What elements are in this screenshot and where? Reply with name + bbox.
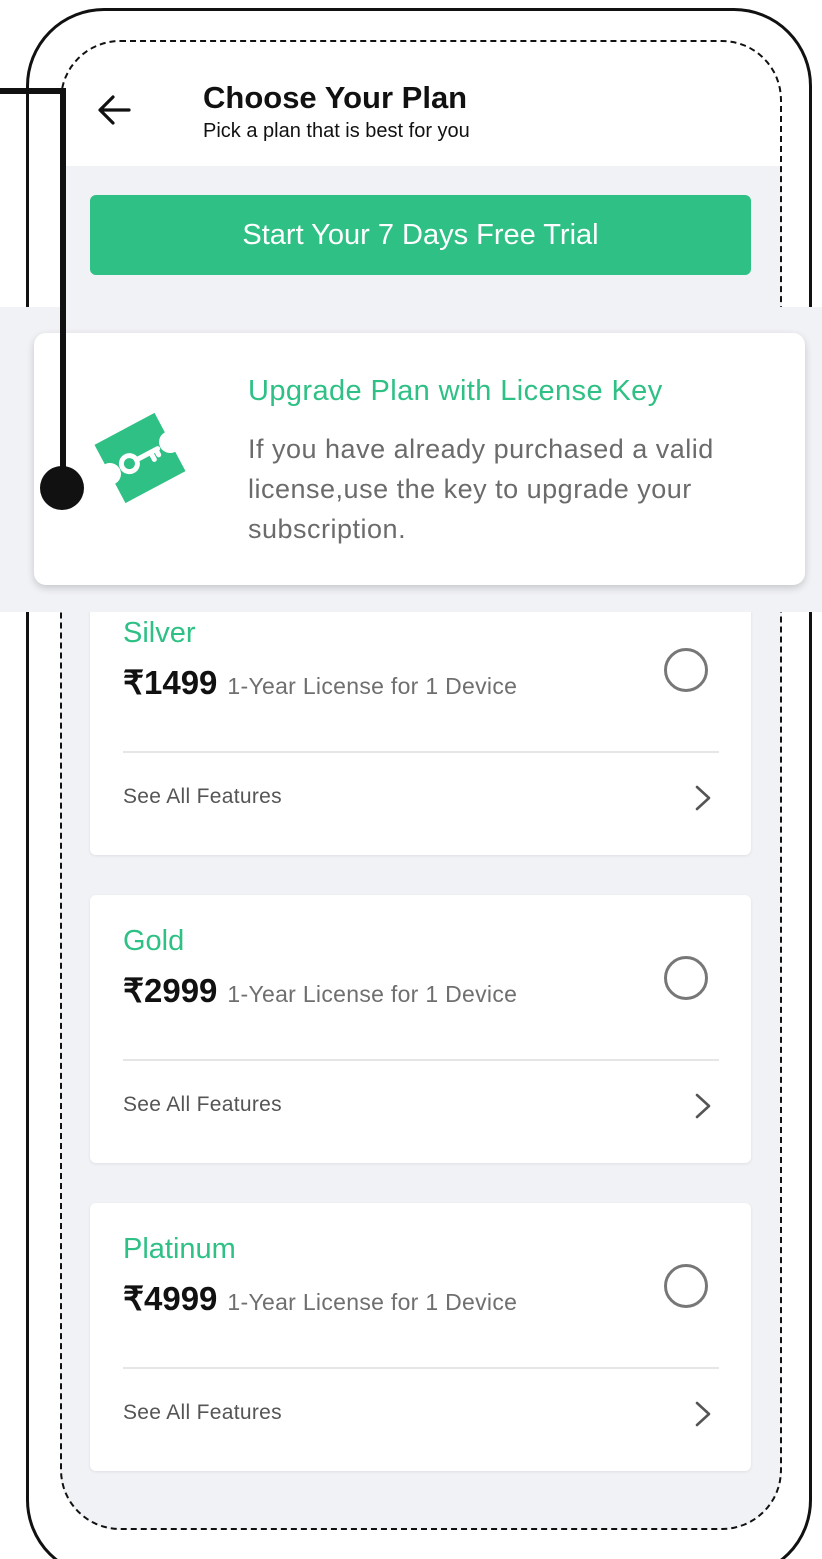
app-screen: Choose Your Plan Pick a plan that is bes… <box>60 40 782 1530</box>
plan-radio-platinum[interactable] <box>664 1264 708 1308</box>
status-bar <box>60 40 782 58</box>
page-title: Choose Your Plan <box>203 80 468 115</box>
back-arrow-icon[interactable] <box>96 92 132 128</box>
page-subtitle: Pick a plan that is best for you <box>203 120 470 142</box>
plan-price-row: ₹2999 1-Year License for 1 Device <box>123 971 517 1010</box>
chevron-right-icon <box>695 785 711 811</box>
see-all-features-row[interactable]: See All Features <box>90 1061 751 1161</box>
callout-line-vertical <box>60 88 66 486</box>
plan-name: Silver <box>123 617 196 649</box>
callout-dot <box>40 466 84 510</box>
plan-price: ₹4999 <box>123 1280 218 1317</box>
license-title: Upgrade Plan with License Key <box>248 375 663 407</box>
start-free-trial-button[interactable]: Start Your 7 Days Free Trial <box>90 195 751 275</box>
plan-description: 1-Year License for 1 Device <box>227 673 518 699</box>
plan-price-row: ₹4999 1-Year License for 1 Device <box>123 1279 517 1318</box>
see-all-features-label: See All Features <box>123 1401 282 1424</box>
plan-description: 1-Year License for 1 Device <box>227 981 518 1007</box>
plan-card-gold[interactable]: Gold ₹2999 1-Year License for 1 Device S… <box>90 895 751 1163</box>
callout-line-horizontal <box>0 88 66 94</box>
see-all-features-row[interactable]: See All Features <box>90 1369 751 1469</box>
plan-card-silver[interactable]: Silver ₹1499 1-Year License for 1 Device… <box>90 587 751 855</box>
license-key-card[interactable]: Upgrade Plan with License Key If you hav… <box>34 333 805 585</box>
chevron-right-icon <box>695 1093 711 1119</box>
plan-price: ₹1499 <box>123 664 218 701</box>
plan-radio-silver[interactable] <box>664 648 708 692</box>
see-all-features-row[interactable]: See All Features <box>90 753 751 853</box>
app-header: Choose Your Plan Pick a plan that is bes… <box>60 40 782 166</box>
plan-radio-gold[interactable] <box>664 956 708 1000</box>
license-description: If you have already purchased a valid li… <box>248 434 714 544</box>
plan-name: Gold <box>123 925 185 957</box>
plan-price: ₹2999 <box>123 972 218 1009</box>
plan-description: 1-Year License for 1 Device <box>227 1289 518 1315</box>
plan-card-platinum[interactable]: Platinum ₹4999 1-Year License for 1 Devi… <box>90 1203 751 1471</box>
see-all-features-label: See All Features <box>123 785 282 808</box>
license-ticket-key-icon <box>94 412 186 504</box>
plan-name: Platinum <box>123 1233 236 1265</box>
plan-price-row: ₹1499 1-Year License for 1 Device <box>123 663 517 702</box>
chevron-right-icon <box>695 1401 711 1427</box>
see-all-features-label: See All Features <box>123 1093 282 1116</box>
